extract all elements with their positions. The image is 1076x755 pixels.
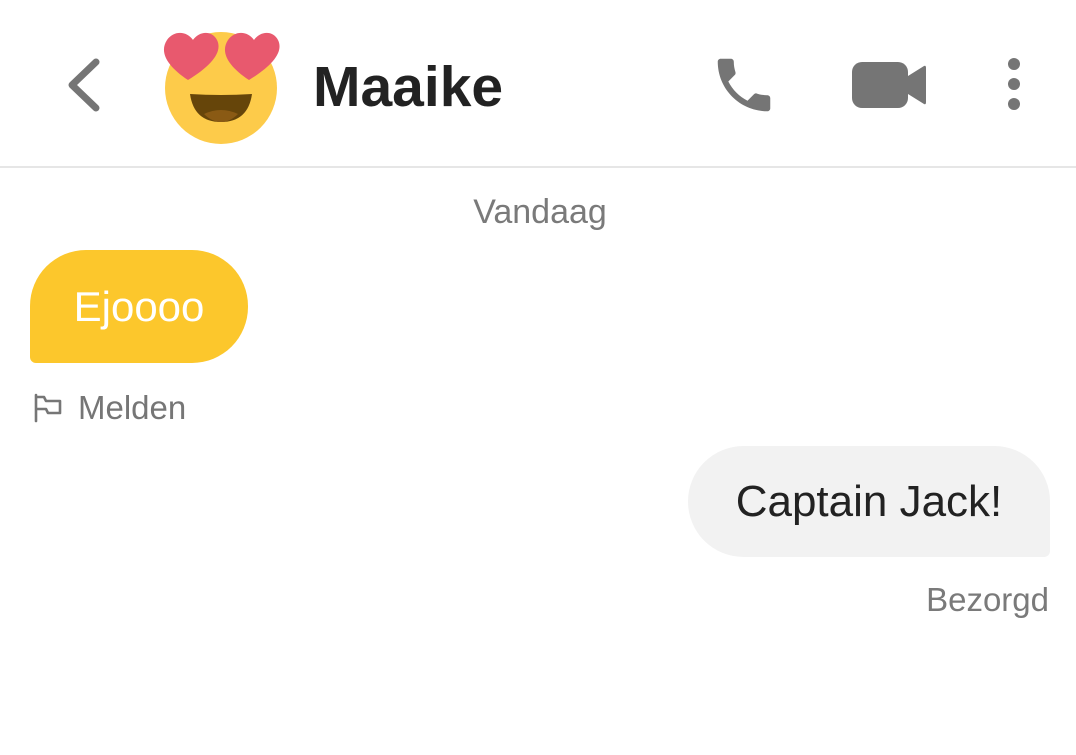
- avatar[interactable]: [160, 26, 282, 144]
- incoming-message-bubble[interactable]: Ejoooo: [30, 250, 248, 363]
- heart-eyes-emoji-icon: [163, 32, 280, 144]
- more-vertical-icon: [1008, 58, 1020, 110]
- incoming-message-text: Ejoooo: [73, 282, 205, 330]
- call-button[interactable]: [708, 50, 780, 120]
- phone-icon: [717, 58, 771, 112]
- video-call-button[interactable]: [846, 54, 930, 114]
- chat-header: Maaike: [0, 0, 1076, 168]
- chevron-left-icon: [68, 58, 100, 112]
- report-label: Melden: [78, 389, 187, 426]
- video-camera-icon: [852, 62, 926, 108]
- flag-icon: [34, 393, 62, 423]
- back-button[interactable]: [58, 54, 114, 114]
- delivery-status: Bezorgd: [926, 581, 1049, 618]
- contact-name: Maaike: [313, 55, 504, 119]
- more-options-button[interactable]: [994, 52, 1034, 114]
- report-message-link[interactable]: Melden: [32, 386, 186, 430]
- outgoing-message-bubble[interactable]: Captain Jack!: [688, 446, 1050, 557]
- date-separator: Vandaag: [473, 193, 607, 231]
- outgoing-message-text: Captain Jack!: [735, 476, 1003, 526]
